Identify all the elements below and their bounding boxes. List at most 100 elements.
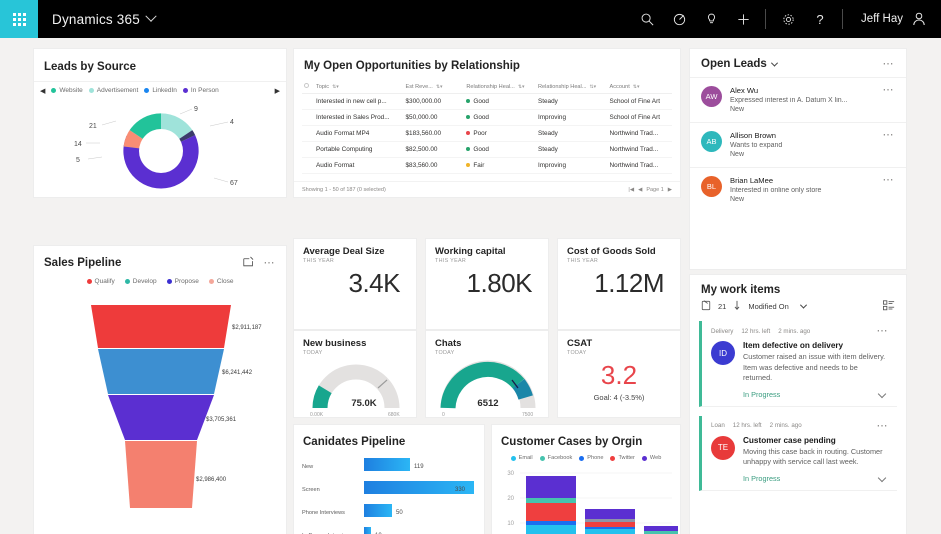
more-horizontal-icon[interactable]: ⋯ xyxy=(883,60,896,68)
avatar: ID xyxy=(711,341,735,365)
cell-account[interactable]: School of Fine Art xyxy=(608,94,672,110)
cell-topic[interactable]: Interested in new cell p... xyxy=(314,94,404,110)
chevron-down-icon[interactable] xyxy=(878,474,886,482)
work-item-time-left: 12 hrs. left xyxy=(741,328,770,335)
more-horizontal-icon[interactable]: ⋯ xyxy=(883,131,896,139)
column-header-health-trend[interactable]: Relationship Heal...⇅▾ xyxy=(536,80,608,94)
edit-square-icon[interactable] xyxy=(243,254,254,272)
table-row[interactable]: Interested in Sales Prod... $50,000.00 G… xyxy=(302,110,672,126)
legend-item-qualify[interactable]: Qualify xyxy=(87,278,115,285)
cell-topic[interactable]: Audio Format MP4 xyxy=(314,126,404,142)
sort-field-label[interactable]: Modified On xyxy=(748,302,788,311)
pager-prev-button[interactable]: ◀ xyxy=(638,187,642,193)
filter-advanced-icon[interactable] xyxy=(663,0,695,38)
row-checkbox[interactable] xyxy=(302,142,314,158)
table-row[interactable]: Audio Format $83,560.00 Fair Improving N… xyxy=(302,158,672,174)
cell-account[interactable]: Northwind Trad... xyxy=(608,142,672,158)
nav-actions: ? Jeff Hay xyxy=(631,0,941,38)
gauge-title: New business xyxy=(294,331,416,349)
cell-account[interactable]: School of Fine Art xyxy=(608,110,672,126)
table-row[interactable]: Interested in new cell p... $300,000.00 … xyxy=(302,94,672,110)
column-header-topic[interactable]: Topic⇅▾ xyxy=(314,80,404,94)
pager-next-button[interactable]: ▶ xyxy=(668,187,672,193)
list-item[interactable]: AB Allison Brown Wants to expand New ⋯ xyxy=(690,122,906,167)
list-view-icon[interactable] xyxy=(883,300,895,313)
table-row[interactable]: Audio Format MP4 $183,560.00 Poor Steady… xyxy=(302,126,672,142)
more-horizontal-icon[interactable]: ⋯ xyxy=(883,86,896,94)
chevron-down-icon[interactable] xyxy=(771,59,778,66)
y-tick-20: 20 xyxy=(507,496,514,502)
cell-health: Good xyxy=(464,110,536,126)
lead-name[interactable]: Alex Wu xyxy=(730,86,875,95)
cell-account[interactable]: Northwind Trad... xyxy=(608,158,672,174)
row-checkbox[interactable] xyxy=(302,158,314,174)
table-row[interactable]: Portable Computing $82,500.00 Good Stead… xyxy=(302,142,672,158)
cell-topic[interactable]: Interested in Sales Prod... xyxy=(314,110,404,126)
pager-first-button[interactable]: |◀ xyxy=(628,187,634,193)
gauge-chats[interactable]: Chats TODAY 6512 0 7500 xyxy=(425,330,549,418)
row-checkbox[interactable] xyxy=(302,126,314,142)
legend-label: In Person xyxy=(191,87,219,94)
legend-item-close[interactable]: Close xyxy=(209,278,234,285)
legend-item-propose[interactable]: Propose xyxy=(167,278,199,285)
kpi-average-deal-size[interactable]: Average Deal Size THIS YEAR 3.4K xyxy=(293,238,417,330)
work-item-card[interactable]: Delivery 12 hrs. left 2 mins. ago ⋯ ID I… xyxy=(699,321,897,407)
gear-icon[interactable] xyxy=(772,0,804,38)
person-icon[interactable] xyxy=(911,11,927,27)
caret-right-icon[interactable]: ▶ xyxy=(275,87,280,95)
lead-name[interactable]: Brian LaMee xyxy=(730,176,875,185)
column-header-revenue[interactable]: Est Reve...⇅▾ xyxy=(404,80,465,94)
row-checkbox[interactable] xyxy=(302,94,314,110)
dashboard-canvas: Leads by Source ◀ Website Advertisement … xyxy=(0,38,941,534)
chevron-down-icon[interactable] xyxy=(800,302,807,309)
cases-stacked-bar-chart[interactable]: 30 20 10 0 xyxy=(492,461,680,534)
bar-label-phone-interviews: Phone Interviews xyxy=(302,510,345,516)
legend-item-inperson[interactable]: In Person xyxy=(183,87,219,94)
brand-title[interactable]: Dynamics 365 xyxy=(52,12,155,27)
sales-pipeline-funnel-chart[interactable]: $2,911,187 $6,241,442 $3,705,361 $2,986,… xyxy=(34,285,286,534)
work-item-card[interactable]: Loan 12 hrs. left 2 mins. ago ⋯ TE Custo… xyxy=(699,416,897,491)
select-all-checkbox[interactable] xyxy=(302,80,314,94)
caret-left-icon[interactable]: ◀ xyxy=(40,87,45,95)
candidates-pipeline-card: Canidates Pipeline New 119 Screen 330 Ph… xyxy=(293,424,485,534)
sort-down-icon[interactable] xyxy=(733,300,741,313)
search-icon[interactable] xyxy=(631,0,663,38)
kpi-cost-of-goods-sold[interactable]: Cost of Goods Sold THIS YEAR 1.12M xyxy=(557,238,681,330)
app-launcher-icon[interactable] xyxy=(0,0,38,38)
kpi-working-capital[interactable]: Working capital THIS YEAR 1.80K xyxy=(425,238,549,330)
column-header-health[interactable]: Relationship Heal...⇅▾ xyxy=(464,80,536,94)
chevron-down-icon[interactable] xyxy=(878,390,886,398)
cell-topic[interactable]: Audio Format xyxy=(314,158,404,174)
legend-item-linkedin[interactable]: LinkedIn xyxy=(144,87,177,94)
opportunities-table: Topic⇅▾ Est Reve...⇅▾ Relationship Heal.… xyxy=(302,80,672,174)
column-header-account[interactable]: Account⇅▾ xyxy=(608,80,672,94)
kpi-csat[interactable]: CSAT TODAY 3.2 Goal: 4 (-3.5%) xyxy=(557,330,681,418)
list-item[interactable]: AW Alex Wu Expressed interest in A. Datu… xyxy=(690,77,906,122)
donut-label-linkedin: 5 xyxy=(76,157,80,164)
more-horizontal-icon[interactable]: ⋯ xyxy=(883,176,896,184)
help-icon[interactable]: ? xyxy=(804,0,836,38)
legend-item-advertisement[interactable]: Advertisement xyxy=(89,87,139,94)
lead-name[interactable]: Allison Brown xyxy=(730,131,875,140)
more-horizontal-icon[interactable]: ⋯ xyxy=(877,422,890,430)
more-horizontal-icon[interactable]: ⋯ xyxy=(264,259,277,267)
gauge-new-business[interactable]: New business TODAY 75.0K 0.00K 680K xyxy=(293,330,417,418)
work-items-header: My work items xyxy=(690,275,906,300)
legend-item-develop[interactable]: Develop xyxy=(125,278,157,285)
legend-item-website[interactable]: Website xyxy=(51,87,82,94)
kpi-title: Working capital xyxy=(426,239,548,257)
leads-donut-chart[interactable]: 21 9 4 14 5 67 xyxy=(34,99,286,199)
sort-filter-icon: ⇅▾ xyxy=(436,84,443,90)
cell-topic[interactable]: Portable Computing xyxy=(314,142,404,158)
cell-account[interactable]: Northwind Trad... xyxy=(608,126,672,142)
more-horizontal-icon[interactable]: ⋯ xyxy=(877,327,890,335)
chevron-down-icon[interactable] xyxy=(145,11,156,22)
list-item[interactable]: BL Brian LaMee Interested in online only… xyxy=(690,167,906,212)
pipeline-legend: Qualify Develop Propose Close xyxy=(34,278,286,285)
plus-icon[interactable] xyxy=(727,0,759,38)
opportunities-header: My Open Opportunities by Relationship xyxy=(294,49,680,80)
candidates-bar-chart[interactable]: New 119 Screen 330 Phone Interviews 50 I… xyxy=(294,452,484,534)
row-checkbox[interactable] xyxy=(302,110,314,126)
bar-value-screen: 330 xyxy=(455,487,466,493)
lightbulb-icon[interactable] xyxy=(695,0,727,38)
